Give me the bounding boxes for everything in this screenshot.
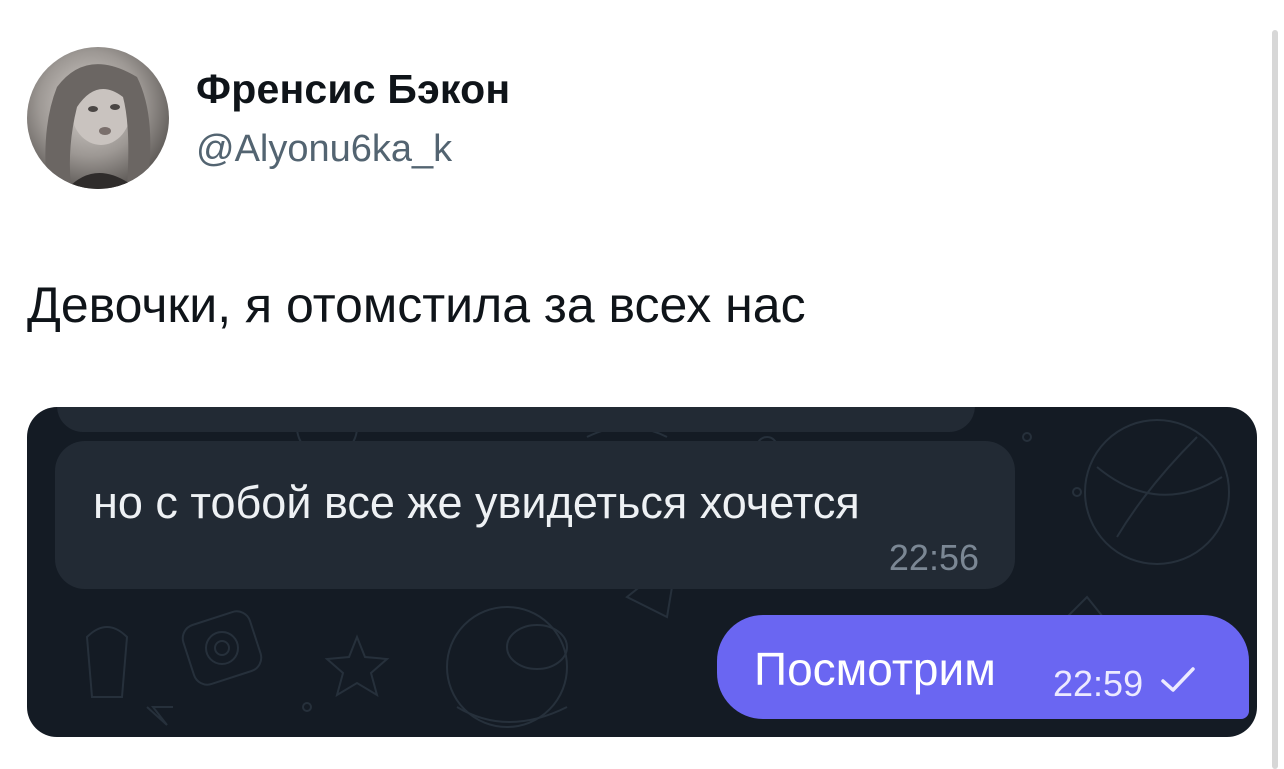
tweet-text: Девочки, я отомстила за всех нас [27, 277, 806, 333]
user-handle[interactable]: @Alyonu6ka_k [196, 128, 452, 171]
incoming-message-text: но с тобой все же увидеться хочется [93, 477, 860, 528]
avatar[interactable] [27, 47, 169, 189]
outgoing-message-bubble: Посмотрим 22:59 [717, 615, 1249, 719]
avatar-photo [45, 64, 151, 189]
incoming-message-bubble: но с тобой все же увидеться хочется 22:5… [55, 441, 1015, 589]
display-name[interactable]: Френсис Бэкон [196, 66, 510, 113]
incoming-message-time: 22:56 [888, 537, 979, 578]
previous-message-bubble [57, 407, 975, 432]
outgoing-message-text: Посмотрим [754, 643, 996, 695]
chat-screenshot: но с тобой все же увидеться хочется 22:5… [27, 407, 1257, 737]
outgoing-message-time: 22:59 [1053, 663, 1144, 704]
single-check-icon [1161, 667, 1195, 692]
scrollbar[interactable] [1272, 30, 1278, 769]
